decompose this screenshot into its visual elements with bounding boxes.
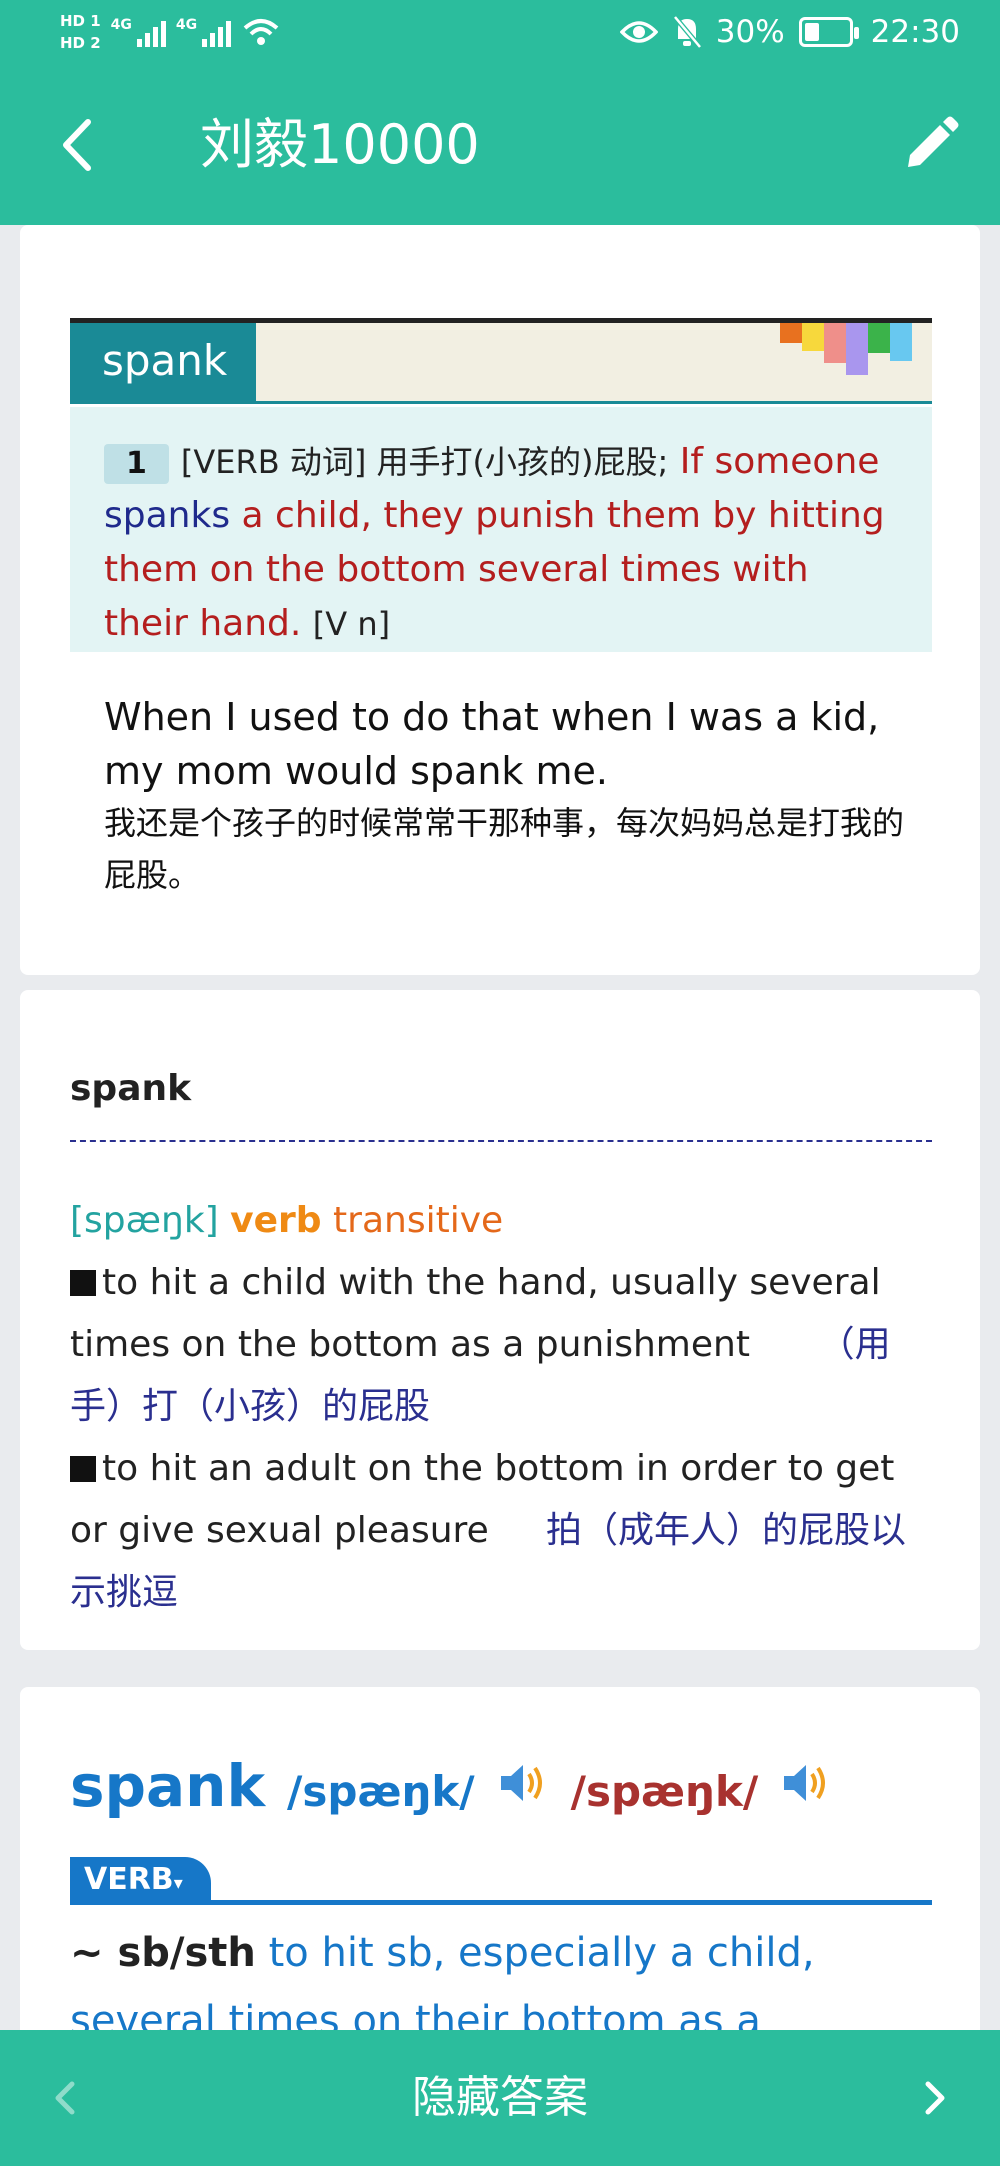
content-scroll[interactable]: spank 1 [VERB 动词] 用手打(小孩的)屁股; If someone … bbox=[0, 225, 1000, 2030]
back-button[interactable] bbox=[50, 110, 110, 180]
example-chinese: 我还是个孩子的时候常常干那种事，每次妈妈总是打我的屁股。 bbox=[104, 804, 905, 894]
sense-number: 1 bbox=[104, 444, 169, 484]
edit-pencil-icon[interactable] bbox=[900, 115, 960, 175]
wifi-icon bbox=[243, 19, 279, 45]
speaker-uk-icon[interactable] bbox=[497, 1760, 549, 1806]
hide-answer-button[interactable]: 隐藏答案 bbox=[300, 2060, 700, 2136]
eye-icon bbox=[619, 21, 658, 43]
sense-1-en: to hit a child with the hand, usually se… bbox=[70, 1262, 881, 1365]
dashed-divider bbox=[70, 1140, 932, 1142]
status-bar: HD 1 HD 2 4G 4G 30% 22:30 bbox=[0, 0, 1000, 70]
verb-section-bar: VERB▾ bbox=[70, 1857, 932, 1905]
sense-meta: [VERB 动词] 用手打(小孩的)屁股; bbox=[180, 443, 669, 481]
mute-bell-icon bbox=[672, 15, 702, 49]
hd-indicators: HD 1 HD 2 bbox=[60, 10, 101, 54]
entry-headword: spank bbox=[70, 1068, 192, 1109]
oxford-headline: spank /spæŋk/ /spæŋk/ bbox=[70, 1752, 832, 1820]
definition-keyword: spanks bbox=[104, 495, 231, 536]
oxford-definition: ~ sb/sth to hit sb, especially a child, … bbox=[70, 1919, 950, 2030]
verb-tag[interactable]: VERB▾ bbox=[70, 1857, 211, 1902]
dictionary-entry-card: spank [spæŋk] verb transitive to hit a c… bbox=[20, 990, 980, 1650]
hd1-label: HD 1 bbox=[60, 12, 101, 30]
entry-body: [spæŋk] verb transitive to hit a child w… bbox=[70, 1190, 940, 1624]
collins-entry-card: spank 1 [VERB 动词] 用手打(小孩的)屁股; If someone … bbox=[20, 225, 980, 975]
oxford-pattern: ~ sb/sth bbox=[70, 1930, 256, 1976]
signal-2-icon: 4G bbox=[176, 17, 232, 47]
sense-2: to hit an adult on the bottom in order t… bbox=[70, 1438, 940, 1624]
color-bars bbox=[780, 323, 912, 375]
app-header: HD 1 HD 2 4G 4G 30% 22:30 刘毅10000 bbox=[0, 0, 1000, 225]
ipa-uk: /spæŋk/ bbox=[287, 1767, 475, 1816]
next-chevron-icon[interactable] bbox=[910, 2070, 960, 2126]
bullet-square-icon bbox=[70, 1270, 96, 1296]
status-right: 30% 22:30 bbox=[619, 14, 960, 50]
toolbar: 刘毅10000 bbox=[0, 70, 1000, 225]
example-english: When I used to do that when I was a kid,… bbox=[104, 695, 880, 793]
definition-part1: If someone bbox=[679, 441, 880, 482]
ipa-us: /spæŋk/ bbox=[570, 1767, 759, 1816]
transitivity: transitive bbox=[333, 1200, 504, 1241]
previous-chevron-icon[interactable] bbox=[40, 2070, 90, 2126]
pronunciation: [spæŋk] bbox=[70, 1200, 219, 1241]
oxford-headword: spank bbox=[70, 1752, 266, 1820]
speaker-us-icon[interactable] bbox=[780, 1760, 832, 1806]
pos-line: [spæŋk] verb transitive bbox=[70, 1190, 940, 1252]
grammar-pattern: [V n] bbox=[312, 605, 391, 643]
dict-title-bar: spank bbox=[70, 318, 932, 404]
sense-1: to hit a child with the hand, usually se… bbox=[70, 1252, 940, 1438]
bullet-square-icon bbox=[70, 1456, 96, 1482]
sense-definition: 1 [VERB 动词] 用手打(小孩的)屁股; If someone spanks… bbox=[70, 407, 932, 652]
headword: spank bbox=[70, 323, 256, 401]
page-title: 刘毅10000 bbox=[200, 113, 480, 176]
oxford-entry-card: spank /spæŋk/ /spæŋk/ VERB▾ ~ sb/sth to … bbox=[20, 1687, 980, 2030]
bottom-bar: 隐藏答案 bbox=[0, 2030, 1000, 2166]
battery-icon bbox=[798, 17, 859, 47]
part-of-speech: verb bbox=[230, 1200, 322, 1241]
battery-percent: 30% bbox=[715, 14, 785, 50]
signal-1-icon: 4G bbox=[111, 17, 166, 47]
hd2-label: HD 2 bbox=[60, 34, 101, 52]
clock: 22:30 bbox=[870, 14, 960, 50]
status-left: HD 1 HD 2 4G 4G bbox=[60, 10, 281, 54]
